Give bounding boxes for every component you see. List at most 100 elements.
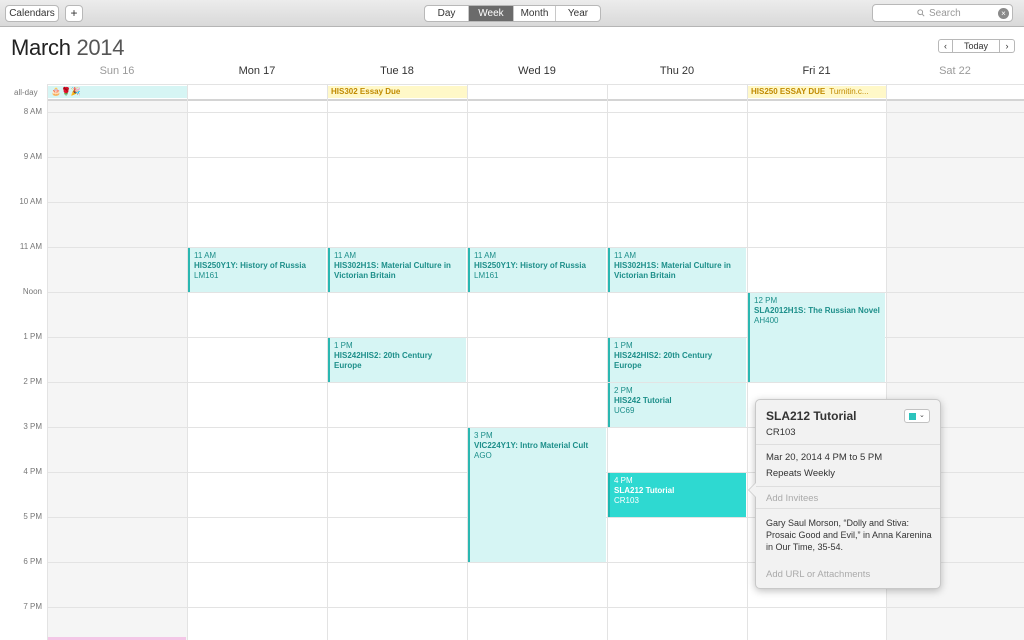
calendar-event[interactable]: 11 AM HIS302H1S: Material Culture in Vict… (608, 248, 746, 292)
event-time: 4 PM (614, 476, 633, 485)
calendar-color-swatch (909, 413, 916, 420)
popover-notes[interactable]: Gary Saul Morson, “Dolly and Stiva: Pros… (766, 517, 934, 553)
title-year: 2014 (76, 35, 125, 60)
event-title: SLA2012H1S: The Russian Novel (754, 306, 880, 315)
day-column-divider (187, 84, 188, 640)
time-label: 6 PM (23, 557, 42, 566)
hour-line (47, 382, 1024, 383)
allday-event-title: HIS302 Essay Due (331, 87, 401, 96)
view-switcher: Day Week Month Year (424, 5, 601, 22)
calendar-color-picker[interactable]: ⌄ (904, 409, 930, 423)
clear-search-icon[interactable]: × (998, 8, 1009, 19)
event-location: LM161 (194, 271, 219, 280)
calendar-event[interactable]: 11 AM HIS250Y1Y: History of Russia LM161 (468, 248, 606, 292)
calendar-event[interactable]: 3 PM VIC224Y1Y: Intro Material Cult AGO (468, 428, 606, 562)
time-label: 11 AM (19, 242, 42, 251)
hour-line (47, 157, 1024, 158)
event-popover: SLA212 Tutorial CR103 ⌄ Mar 20, 2014 4 P… (748, 399, 941, 589)
event-title: HIS250Y1Y: History of Russia (194, 261, 306, 270)
popover-repeat[interactable]: Repeats Weekly (766, 468, 835, 479)
weekend-column-bg (47, 100, 187, 640)
event-title: HIS302H1S: Material Culture in Victorian… (334, 261, 451, 280)
popover-datetime[interactable]: Mar 20, 2014 4 PM to 5 PM (766, 452, 882, 463)
time-label: 9 AM (23, 152, 42, 161)
time-label: 7 PM (23, 602, 42, 611)
add-event-button[interactable]: + (65, 5, 83, 22)
add-invitees-field[interactable]: Add Invitees (766, 493, 818, 504)
event-title: SLA212 Tutorial (614, 486, 675, 495)
popover-title-section: SLA212 Tutorial CR103 ⌄ (756, 400, 940, 445)
event-title: HIS242HIS2: 20th Century Europe (334, 351, 433, 370)
calendar-event[interactable]: 11 AM HIS250Y1Y: History of Russia LM161 (188, 248, 326, 292)
popover-location[interactable]: CR103 (766, 427, 796, 438)
calendar-event[interactable]: 4 PM SLA212 Tutorial CR103 (608, 473, 746, 517)
event-time: 1 PM (614, 341, 633, 350)
view-week-button[interactable]: Week (469, 6, 514, 21)
event-title: HIS242 Tutorial (614, 396, 672, 405)
popover-invitees-section: Add Invitees (756, 487, 940, 509)
allday-top-line (47, 84, 1024, 85)
allday-event-extra: Turnitin.c... (829, 87, 869, 96)
event-time: 11 AM (474, 251, 497, 260)
event-time: 1 PM (334, 341, 353, 350)
hour-line (47, 112, 1024, 113)
hour-line (47, 202, 1024, 203)
time-label: 3 PM (23, 422, 42, 431)
event-time: 12 PM (754, 296, 778, 305)
page-title: March 2014 (11, 35, 124, 61)
today-button[interactable]: Today (953, 39, 1000, 53)
calendar-event[interactable]: 1 PM HIS242HIS2: 20th Century Europe (608, 338, 746, 382)
time-label: 8 AM (23, 107, 42, 116)
search-icon (917, 9, 925, 17)
event-title: HIS250Y1Y: History of Russia (474, 261, 586, 270)
popover-time-section: Mar 20, 2014 4 PM to 5 PM Repeats Weekly (756, 445, 940, 487)
hour-line (47, 607, 1024, 608)
time-label: 5 PM (23, 512, 42, 521)
event-title: VIC224Y1Y: Intro Material Cult (474, 441, 589, 450)
time-label: 10 AM (19, 197, 42, 206)
day-header[interactable]: Tue 18 (327, 65, 467, 79)
search-placeholder: Search (929, 8, 961, 19)
toolbar: Calendars + Day Week Month Year Search × (0, 0, 1024, 27)
day-header[interactable]: Sun 16 (47, 65, 187, 79)
allday-event[interactable]: 🎂🌹🎉 (48, 86, 187, 98)
day-header[interactable]: Wed 19 (467, 65, 607, 79)
day-header[interactable]: Sat 22 (886, 65, 1024, 79)
view-month-button[interactable]: Month (514, 6, 556, 21)
day-header[interactable]: Mon 17 (187, 65, 327, 79)
time-label: Noon (22, 287, 42, 296)
search-field[interactable]: Search × (872, 4, 1013, 22)
day-header[interactable]: Fri 21 (747, 65, 886, 79)
time-label: 4 PM (23, 467, 42, 476)
calendar-event[interactable]: 1 PM HIS242HIS2: 20th Century Europe (328, 338, 466, 382)
view-year-button[interactable]: Year (556, 6, 600, 21)
calendars-button[interactable]: Calendars (5, 5, 59, 22)
calendar-event[interactable]: 2 PM HIS242 Tutorial UC69 (608, 383, 746, 427)
day-column-divider (47, 84, 48, 640)
title-month: March (11, 35, 71, 60)
view-day-button[interactable]: Day (425, 6, 469, 21)
allday-event-title: 🎂🌹🎉 (51, 87, 81, 96)
prev-week-button[interactable]: ‹ (938, 39, 953, 53)
event-location: AGO (474, 451, 492, 460)
calendar-event[interactable]: 12 PM SLA2012H1S: The Russian Novel AH400 (748, 293, 885, 382)
next-week-button[interactable]: › (1000, 39, 1015, 53)
allday-bottom-line (47, 99, 1024, 101)
allday-event[interactable]: HIS302 Essay Due (328, 86, 467, 98)
event-time: 3 PM (474, 431, 493, 440)
calendar-app: Calendars + Day Week Month Year Search ×… (0, 0, 1024, 640)
add-url-field[interactable]: Add URL or Attachments (766, 569, 870, 580)
chevron-down-icon: ⌄ (919, 412, 925, 419)
event-title: HIS242HIS2: 20th Century Europe (614, 351, 713, 370)
event-location: LM161 (474, 271, 499, 280)
event-location: CR103 (614, 496, 639, 505)
allday-event[interactable]: HIS250 ESSAY DUE Turnitin.c... (748, 86, 886, 98)
day-header[interactable]: Thu 20 (607, 65, 747, 79)
allday-event-title: HIS250 ESSAY DUE (751, 87, 826, 96)
event-time: 2 PM (614, 386, 633, 395)
calendar-event[interactable]: 11 AM HIS302H1S: Material Culture in Vict… (328, 248, 466, 292)
event-time: 11 AM (334, 251, 357, 260)
event-location: UC69 (614, 406, 635, 415)
popover-title[interactable]: SLA212 Tutorial (766, 409, 856, 423)
event-location: AH400 (754, 316, 779, 325)
